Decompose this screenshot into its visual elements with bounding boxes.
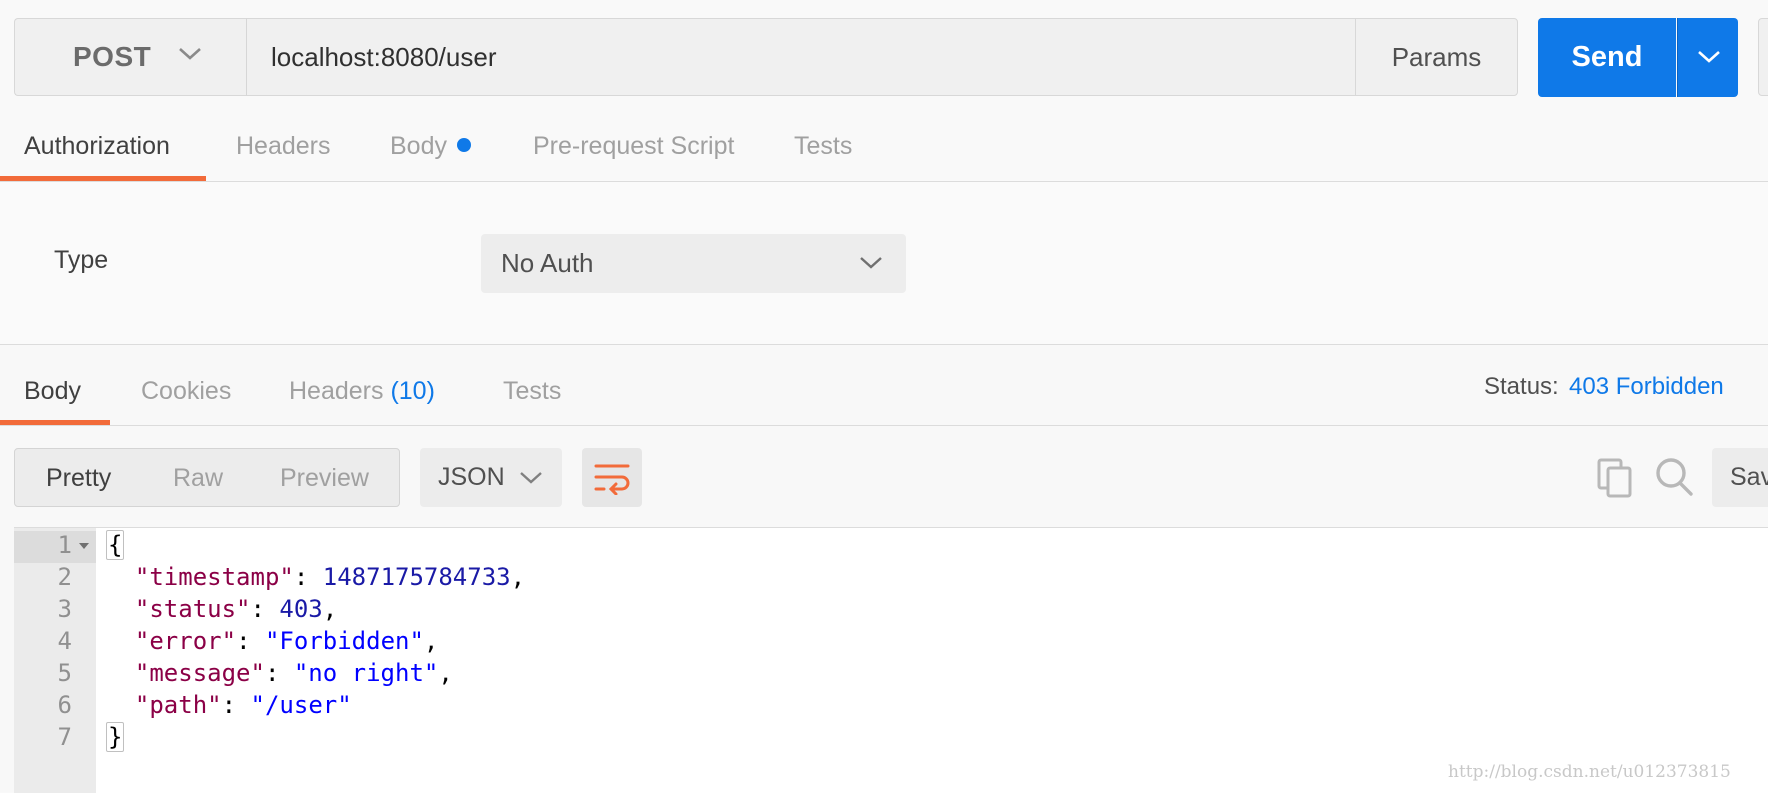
view-mode-raw[interactable]: Raw	[173, 464, 223, 493]
send-button[interactable]: Send	[1538, 18, 1676, 97]
tab-tests[interactable]: Tests	[794, 126, 852, 166]
json-brace: }	[106, 722, 125, 752]
fold-arrow-icon[interactable]	[78, 542, 90, 550]
send-dropdown-button[interactable]	[1677, 18, 1738, 97]
auth-type-select[interactable]: No Auth	[481, 234, 906, 293]
modified-dot	[456, 138, 471, 153]
response-tab-headers-label: Headers	[289, 377, 384, 405]
json-key: "status"	[134, 595, 251, 623]
save-response-label: Sav	[1730, 463, 1768, 491]
auth-type-label: Type	[54, 246, 109, 274]
response-tab-headers[interactable]: Headers (10)	[289, 371, 435, 411]
json-brace: {	[106, 530, 125, 560]
tab-authorization[interactable]: Authorization	[24, 126, 170, 166]
divider	[0, 425, 1768, 426]
json-value: "Forbidden"	[264, 627, 424, 655]
json-key: "timestamp"	[134, 563, 294, 591]
wrap-lines-button[interactable]	[582, 448, 642, 507]
json-comma: ,	[322, 595, 338, 623]
view-mode-toggle: Pretty Raw Preview	[14, 448, 400, 507]
code-line: }	[106, 722, 125, 752]
tab-body[interactable]: Body	[390, 126, 471, 166]
format-value: JSON	[438, 463, 505, 491]
code-line: "timestamp": 1487175784733,	[134, 563, 526, 591]
line-number: 5	[57, 659, 72, 687]
code-line: "path": "/user"	[134, 691, 352, 719]
auth-type-value: No Auth	[501, 248, 594, 278]
line-number: 2	[57, 563, 72, 591]
search-icon[interactable]	[1654, 456, 1694, 498]
line-number: 6	[57, 691, 72, 719]
json-comma: ,	[510, 563, 526, 591]
chevron-down-icon	[520, 472, 542, 484]
response-tab-cookies[interactable]: Cookies	[141, 371, 231, 411]
format-select[interactable]: JSON	[420, 448, 562, 507]
code-line: "status": 403,	[134, 595, 338, 623]
tab-headers[interactable]: Headers	[236, 126, 331, 166]
line-number: 4	[57, 627, 72, 655]
json-value: 403	[279, 595, 323, 623]
params-button[interactable]: Params	[1355, 18, 1518, 96]
wrap-lines-icon	[594, 464, 630, 495]
save-response-button[interactable]: Sav	[1712, 448, 1768, 507]
save-request-button[interactable]	[1758, 18, 1768, 96]
copy-icon[interactable]	[1597, 458, 1633, 498]
view-mode-preview[interactable]: Preview	[280, 464, 369, 493]
watermark: http://blog.csdn.net/u012373815	[1448, 762, 1731, 782]
line-number: 7	[57, 723, 72, 751]
json-value: "no right"	[293, 659, 439, 687]
tab-body-label: Body	[390, 132, 447, 160]
method-label: POST	[73, 41, 152, 72]
json-comma: ,	[438, 659, 453, 687]
url-text: localhost:8080/user	[271, 41, 497, 72]
line-number: 1	[57, 531, 72, 559]
json-value: "/user"	[250, 691, 352, 719]
headers-count: (10)	[390, 377, 435, 405]
view-mode-pretty[interactable]: Pretty	[46, 464, 111, 493]
status-label: Status:	[1484, 373, 1559, 400]
json-value: 1487175784733	[322, 563, 511, 591]
code-line: "error": "Forbidden",	[134, 627, 439, 655]
json-key: "message"	[134, 659, 265, 687]
method-select[interactable]: POST	[14, 18, 246, 96]
chevron-down-icon	[179, 48, 201, 60]
code-line: {	[106, 530, 125, 560]
status-value: 403 Forbidden	[1569, 373, 1724, 400]
line-gutter: 1 2 3 4 5 6 7	[14, 528, 96, 793]
json-comma: ,	[423, 627, 439, 655]
json-key: "error"	[134, 627, 237, 655]
response-body-editor[interactable]: 1 2 3 4 5 6 7 { "timestamp": 14871757847…	[14, 527, 1768, 793]
json-key: "path"	[134, 691, 222, 719]
chevron-down-icon	[860, 257, 882, 269]
line-number: 3	[57, 595, 72, 623]
chevron-down-icon	[1698, 51, 1720, 63]
tab-pre-request-script[interactable]: Pre-request Script	[533, 126, 734, 166]
url-input[interactable]: localhost:8080/user	[246, 18, 1356, 96]
response-tab-tests[interactable]: Tests	[503, 371, 561, 411]
response-tab-body[interactable]: Body	[24, 371, 81, 411]
code-line: "message": "no right",	[134, 659, 453, 687]
